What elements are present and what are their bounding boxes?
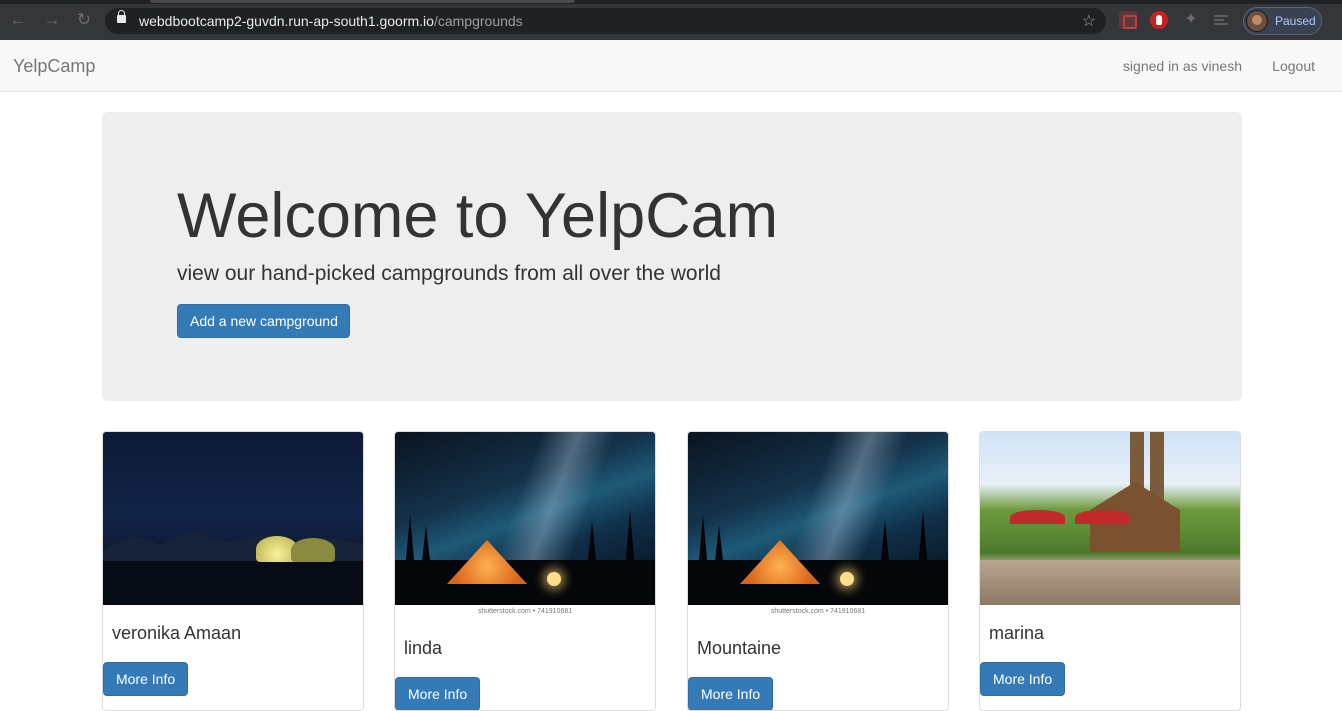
jumbotron: Welcome to YelpCam view our hand-picked … bbox=[102, 112, 1242, 401]
avatar bbox=[1246, 10, 1268, 32]
url-text[interactable]: webdbootcamp2-guvdn.run-ap-south1.goorm.… bbox=[139, 13, 523, 29]
app-navbar: YelpCamp signed in as vinesh Logout bbox=[0, 40, 1342, 92]
page-subtitle: view our hand-picked campgrounds from al… bbox=[177, 262, 721, 285]
lock-icon bbox=[117, 10, 126, 23]
signed-in-label[interactable]: signed in as vinesh bbox=[1123, 58, 1242, 74]
brand-link[interactable]: YelpCamp bbox=[13, 56, 95, 77]
more-info-button[interactable]: More Info bbox=[395, 677, 480, 710]
extensions-puzzle-icon[interactable]: ✦ bbox=[1182, 11, 1200, 29]
forward-icon[interactable]: → bbox=[42, 10, 62, 30]
image-watermark: shutterstock.com • 741910681 bbox=[395, 605, 655, 618]
image-watermark: shutterstock.com • 741910681 bbox=[688, 605, 948, 618]
campground-image bbox=[103, 432, 363, 605]
campground-card: marina More Info bbox=[979, 431, 1241, 711]
campground-image bbox=[395, 432, 655, 618]
campground-card: shutterstock.com • 741910681 Mountaine M… bbox=[687, 431, 949, 711]
reload-icon[interactable]: ↻ bbox=[74, 10, 94, 30]
campground-name: linda bbox=[404, 638, 443, 658]
url-host: webdbootcamp2-guvdn.run-ap-south1.goorm.… bbox=[139, 13, 434, 29]
logout-link[interactable]: Logout bbox=[1272, 58, 1315, 74]
profile-status: Paused bbox=[1275, 14, 1316, 28]
campground-image bbox=[980, 432, 1240, 605]
add-campground-button[interactable]: Add a new campground bbox=[177, 304, 350, 338]
campground-card: shutterstock.com • 741910681 linda More … bbox=[394, 431, 656, 711]
bookmark-star-icon[interactable]: ☆ bbox=[1082, 11, 1096, 31]
hand-stop-extension-icon[interactable] bbox=[1150, 11, 1168, 29]
more-info-button[interactable]: More Info bbox=[103, 662, 188, 696]
more-info-button[interactable]: More Info bbox=[688, 677, 773, 710]
address-bar[interactable]: webdbootcamp2-guvdn.run-ap-south1.goorm.… bbox=[105, 8, 1106, 34]
browser-toolbar: ← → ↻ webdbootcamp2-guvdn.run-ap-south1.… bbox=[0, 0, 1342, 40]
url-path: /campgrounds bbox=[433, 13, 523, 29]
active-tab[interactable] bbox=[150, 0, 575, 3]
back-icon[interactable]: ← bbox=[8, 10, 28, 30]
campground-card: veronika Amaan More Info bbox=[102, 431, 364, 711]
pdf-extension-icon[interactable] bbox=[1119, 11, 1137, 29]
campground-image bbox=[688, 432, 948, 618]
profile-button[interactable]: Paused bbox=[1243, 7, 1322, 35]
reading-list-icon[interactable] bbox=[1212, 11, 1230, 29]
more-info-button[interactable]: More Info bbox=[980, 662, 1065, 696]
campground-name: veronika Amaan bbox=[112, 623, 242, 643]
page-title: Welcome to YelpCam bbox=[177, 181, 779, 251]
campground-name: Mountaine bbox=[697, 638, 782, 658]
campground-name: marina bbox=[989, 623, 1045, 643]
tab-strip bbox=[0, 0, 1342, 4]
